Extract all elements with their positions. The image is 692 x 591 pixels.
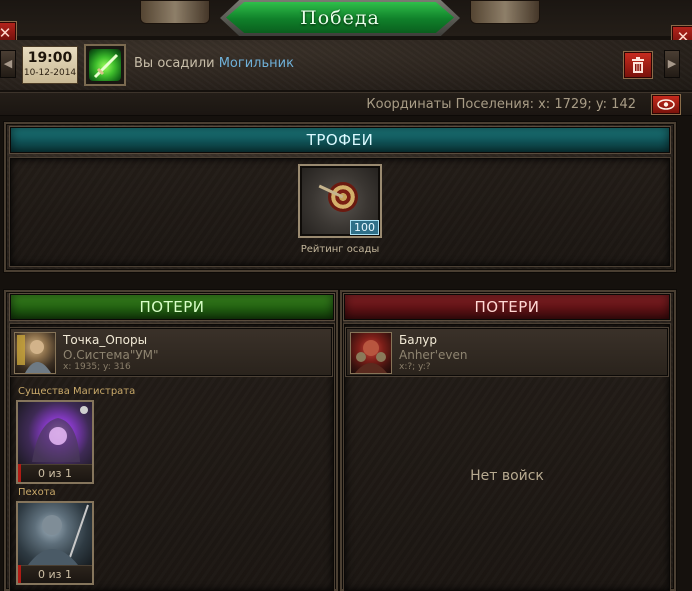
attacker-name: Точка_Опоры: [63, 333, 148, 347]
defender-guild: Anher'even: [399, 348, 468, 362]
crossed-weapons-decoration-left: [140, 0, 210, 24]
coordinates-bar: Координаты Поселения: x: 1729; y: 142: [0, 92, 692, 116]
no-troops-message: Нет войск: [470, 468, 544, 484]
prev-report-button[interactable]: ◀: [0, 50, 16, 78]
trash-icon: [632, 57, 644, 73]
attacker-player-card[interactable]: Точка_Опоры О.Система"УМ" x: 1935; y: 31…: [10, 328, 332, 376]
report-time: 19:00: [27, 50, 73, 66]
event-description: Вы осадили Могильник: [134, 56, 294, 71]
target-settlement-link[interactable]: Могильник: [219, 56, 294, 71]
attacker-losses-header: ПОТЕРИ: [10, 294, 334, 320]
trophy-count: 100: [350, 220, 379, 235]
trophy-item[interactable]: 100: [298, 164, 382, 238]
defender-name: Балур: [399, 333, 437, 347]
unit-slot-magistrate-creature[interactable]: 0 из 1: [16, 400, 94, 484]
unit-count: 0 из 1: [18, 565, 92, 583]
defender-coordinates: x:?; y:?: [399, 362, 431, 372]
next-report-button[interactable]: ▶: [664, 50, 680, 78]
report-header: ◀ 19:00 10-12-2014 Вы осадили Могильник …: [0, 40, 692, 90]
trophies-header: ТРОФЕИ: [10, 127, 670, 153]
trophy-label: Рейтинг осады: [300, 244, 380, 255]
report-date: 10-12-2014: [23, 68, 77, 78]
defender-losses-header: ПОТЕРИ: [344, 294, 670, 320]
magistrate-creature-icon: [18, 402, 92, 464]
defender-player-card[interactable]: Балур Anher'even x:?; y:?: [346, 328, 668, 376]
loss-indicator: [18, 565, 21, 583]
avatar: [14, 332, 56, 374]
eye-icon: [657, 99, 675, 110]
view-on-map-button[interactable]: [652, 95, 680, 114]
avatar: [350, 332, 392, 374]
crossed-weapons-decoration-right: [470, 0, 540, 24]
attacker-guild: О.Система"УМ": [63, 348, 159, 362]
report-timestamp: 19:00 10-12-2014: [22, 46, 78, 84]
loss-indicator: [18, 464, 21, 482]
settlement-coordinates: Координаты Поселения: x: 1729; y: 142: [366, 97, 636, 112]
delete-report-button[interactable]: [624, 52, 652, 78]
unit-slot-infantry[interactable]: 0 из 1: [16, 501, 94, 585]
event-prefix: Вы осадили: [134, 56, 215, 71]
unit-group-label: Пехота: [18, 487, 56, 498]
unit-group-label: Существа Магистрата: [18, 386, 136, 397]
infantry-icon: [18, 503, 92, 565]
window-title: Победа: [226, 2, 454, 33]
unit-count: 0 из 1: [18, 464, 92, 482]
attacker-coordinates: x: 1935; y: 316: [63, 362, 131, 372]
siege-sword-icon: [84, 44, 126, 86]
